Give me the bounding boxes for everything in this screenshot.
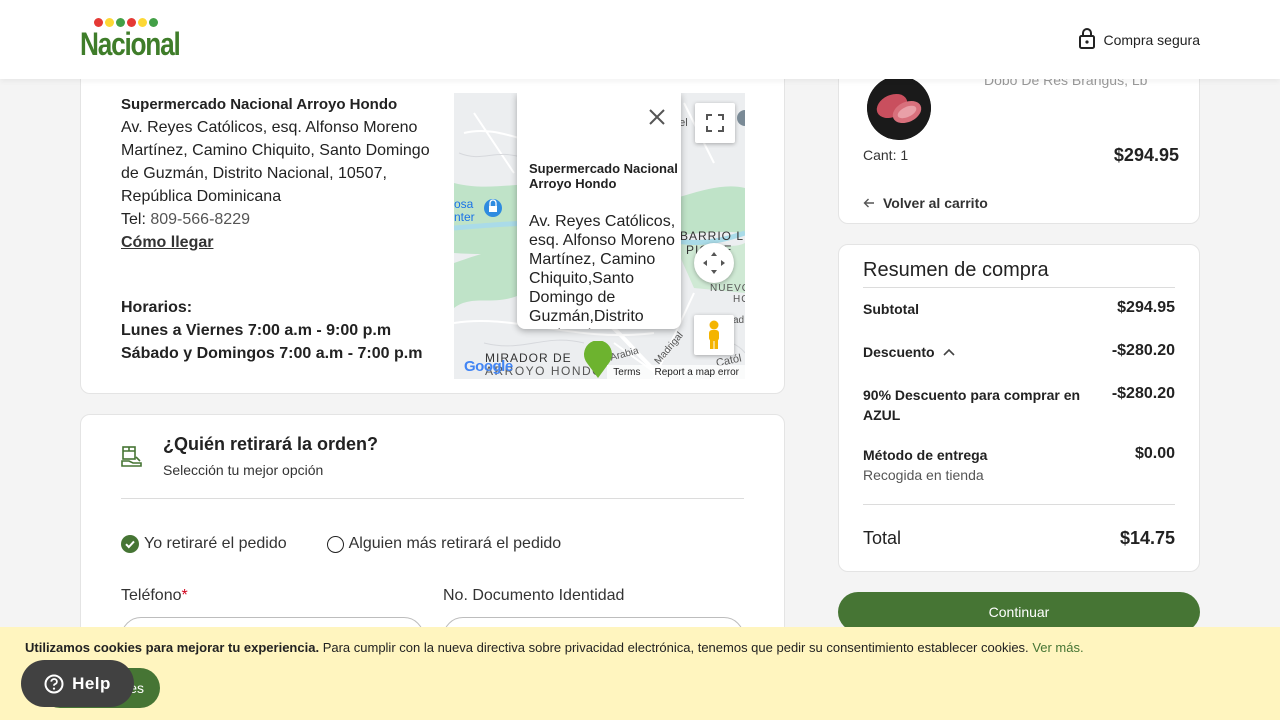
map-report-link[interactable]: Report a map error <box>655 367 739 378</box>
cart-summary-card: Dobo De Res Brangus, Lb Cant: 1 $294.95 … <box>838 62 1200 224</box>
pickup-options: Yo retiraré el pedido Alguien más retira… <box>121 535 561 553</box>
lock-icon <box>1078 27 1096 52</box>
check-circle-icon <box>121 535 139 553</box>
chevron-up-icon <box>943 348 955 356</box>
street-view-pegman[interactable] <box>694 315 734 355</box>
document-field-label: No. Documento Identidad <box>443 587 625 604</box>
total-value: $14.75 <box>1119 528 1175 548</box>
secure-label: Compra segura <box>1103 31 1201 48</box>
pickup-title: ¿Quién retirará la orden? <box>163 434 379 454</box>
nacional-logo[interactable]: Nacional <box>80 18 182 62</box>
promo-label: 90% Descuento para comprar en AZUL <box>863 387 1081 423</box>
cookie-message-bold: Utilizamos cookies para mejorar tu exper… <box>25 640 320 655</box>
hours-title: Horarios: <box>121 299 193 316</box>
back-to-cart-link[interactable]: Volver al carrito <box>863 195 988 211</box>
pickup-subtitle: Selección tu mejor opción <box>163 462 324 478</box>
back-to-cart-label: Volver al carrito <box>883 195 988 211</box>
fullscreen-button[interactable] <box>695 103 735 143</box>
map-terms-link[interactable]: Terms <box>613 367 640 378</box>
map-label-enter: nter <box>454 210 475 224</box>
pickup-package-icon <box>121 445 143 472</box>
map-label-ho: HO <box>733 294 745 305</box>
delivery-sub: Recogida en tienda <box>863 467 984 483</box>
directions-link[interactable]: Cómo llegar <box>121 231 213 254</box>
map-footer: Terms Report a map error <box>607 365 745 379</box>
store-name: Supermercado Nacional Arroyo Hondo <box>121 96 398 113</box>
map-popup-store-name: Supermercado Nacional Arroyo Hondo <box>529 161 678 191</box>
discount-label: Descuento <box>863 344 935 360</box>
logo-wordmark: Nacional <box>80 26 181 62</box>
order-summary-card: Resumen de compra Subtotal $294.95 Descu… <box>838 244 1200 572</box>
delivery-label: Método de entrega <box>863 447 988 463</box>
promo-value: -$280.20 <box>1111 385 1175 402</box>
radio-empty-icon <box>326 535 344 553</box>
delivery-row: Método de entrega Recogida en tienda $0.… <box>863 445 1175 485</box>
help-button[interactable]: Help <box>21 660 134 707</box>
google-logo: Google <box>464 358 513 375</box>
map-label-nuevo: NUEVO <box>710 283 745 294</box>
radio-other-pickup[interactable]: Alguien más retirará el pedido <box>326 535 562 553</box>
product-price: $294.95 <box>1113 145 1179 165</box>
summary-title: Resumen de compra <box>863 259 1049 281</box>
pegman-icon <box>709 320 719 349</box>
help-label: Help <box>72 673 111 693</box>
discount-value: -$280.20 <box>1111 342 1175 359</box>
cookie-more-link[interactable]: Ver más. <box>1032 640 1083 655</box>
delivery-method: Método de entrega Recogida en tienda <box>863 445 987 485</box>
store-card: Supermercado Nacional Arroyo Hondo Av. R… <box>80 70 785 394</box>
store-info: Supermercado Nacional Arroyo Hondo Av. R… <box>121 93 441 254</box>
divider <box>863 504 1175 505</box>
site-header: Nacional Compra segura <box>0 0 1280 79</box>
pan-arrows-icon <box>703 252 725 274</box>
map-pan-control[interactable] <box>694 243 734 283</box>
store-hours: Horarios: Lunes a Viernes 7:00 a.m - 9:0… <box>121 296 441 365</box>
radio-self-pickup[interactable]: Yo retiraré el pedido <box>121 535 287 553</box>
delivery-value: $0.00 <box>1134 445 1175 462</box>
hours-weekend: Sábado y Domingos 7:00 a.m - 7:00 p.m <box>121 345 423 362</box>
close-icon[interactable] <box>645 105 669 129</box>
product-quantity: Cant: 1 <box>863 147 909 163</box>
phone-label: Tel: <box>121 211 146 228</box>
total-label: Total <box>863 528 902 548</box>
subtotal-label: Subtotal <box>863 301 919 317</box>
discount-row: Descuento -$280.20 <box>863 342 1175 362</box>
secure-purchase-indicator: Compra segura <box>1078 27 1201 52</box>
map-label-barrio: BARRIO L <box>680 229 745 243</box>
product-image <box>867 76 931 140</box>
total-row: Total $14.75 <box>863 528 1175 549</box>
subtotal-value: $294.95 <box>1117 299 1175 316</box>
store-address: Av. Reyes Católicos, esq. Alfonso Moreno… <box>121 119 430 205</box>
map-info-window: Supermercado Nacional Arroyo Hondo Av. R… <box>517 93 681 329</box>
fullscreen-icon <box>706 114 724 132</box>
phone-number[interactable]: 809-566-8229 <box>150 211 250 228</box>
map-label-losa: osa <box>454 197 474 211</box>
hours-weekdays: Lunes a Viernes 7:00 a.m - 9:00 p.m <box>121 322 392 339</box>
cookie-banner: Utilizamos cookies para mejorar tu exper… <box>0 627 1280 720</box>
arrow-left-icon <box>863 198 874 208</box>
divider <box>121 498 744 499</box>
radio-self-label: Yo retiraré el pedido <box>144 535 287 552</box>
cookie-message-text: Para cumplir con la nueva directiva sobr… <box>322 640 1029 655</box>
cookie-message: Utilizamos cookies para mejorar tu exper… <box>25 640 1084 655</box>
radio-other-label: Alguien más retirará el pedido <box>348 535 562 552</box>
map-popup-address: Av. Reyes Católicos, esq. Alfonso Moreno… <box>529 213 681 329</box>
store-phone: Tel: 809-566-8229 <box>121 208 441 231</box>
store-map[interactable]: osa nter BARRIO L PIO DE NUEVO HO bel ad… <box>454 93 745 379</box>
promo-row: 90% Descuento para comprar en AZUL -$280… <box>863 385 1175 425</box>
subtotal-row: Subtotal $294.95 <box>863 299 1175 319</box>
continue-button[interactable]: Continuar <box>838 592 1200 632</box>
help-icon <box>44 674 64 693</box>
divider <box>863 287 1175 288</box>
phone-field-label: Teléfono* <box>121 587 188 604</box>
discount-toggle[interactable]: Descuento <box>863 342 955 362</box>
map-label-ad: ad <box>733 315 745 326</box>
